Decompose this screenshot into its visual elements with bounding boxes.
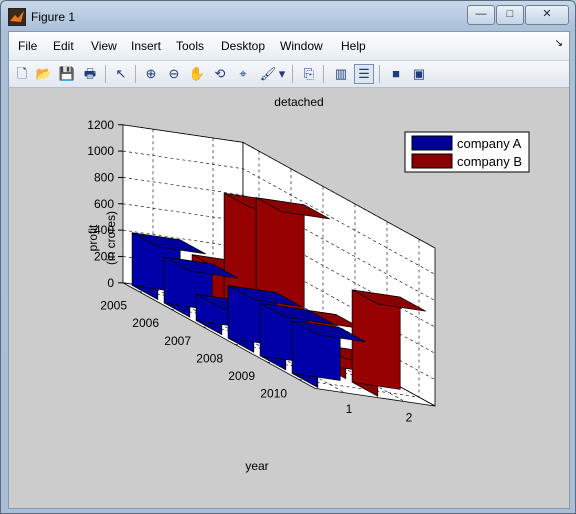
year-tick-label: 2009 [228, 369, 255, 383]
toolbar: 🗋 📂 💾 🖶 ↖ ⊕ ⊖ ✋ ⟲ ⌖ 🖌 ▾ ⎘ ▥ ☰ ■ ▣ [9, 61, 569, 88]
matlab-logo-icon [8, 8, 26, 26]
legend-label-company-b: company B [457, 154, 522, 169]
new-figure-icon[interactable]: 🗋 [12, 64, 32, 84]
toolbar-separator [135, 65, 136, 83]
company-tick-label: 1 [346, 402, 353, 416]
year-tick-label: 2008 [196, 351, 223, 365]
menu-window[interactable]: Window [280, 39, 323, 53]
menu-tools[interactable]: Tools [176, 39, 204, 53]
z-tick-label: 800 [94, 170, 114, 184]
menu-help[interactable]: Help [341, 39, 366, 53]
figure-canvas: 0 200 400 600 800 1000 1200 2005 2006 2007 2008 200… [9, 88, 569, 508]
zlabel-line-2: (in crores) [104, 211, 118, 265]
data-cursor-icon[interactable]: ⌖ [233, 64, 253, 84]
toolbar-separator [323, 65, 324, 83]
title-bar[interactable]: Figure 1 — □ ✕ [1, 1, 575, 31]
zlabel-line-1: profit [86, 224, 100, 251]
z-tick-label: 1200 [87, 118, 114, 132]
zoom-out-icon[interactable]: ⊖ [164, 64, 184, 84]
z-tick-label: 0 [107, 276, 114, 290]
year-tick-label: 2010 [260, 387, 287, 401]
bar3-chart[interactable]: 0200400600800100012002005200620072008200… [9, 88, 569, 508]
legend-swatch-company-b [411, 153, 453, 169]
open-file-icon[interactable]: 📂 [34, 64, 54, 84]
toolbar-separator [105, 65, 106, 83]
menu-edit[interactable]: Edit [53, 39, 74, 53]
menu-desktop[interactable]: Desktop [221, 39, 265, 53]
menu-file[interactable]: File [18, 39, 37, 53]
legend[interactable]: company A company B [404, 131, 530, 173]
brush-dropdown-icon[interactable]: ▾ [277, 64, 287, 84]
toolbar-separator [292, 65, 293, 83]
chart-title: detached [274, 95, 323, 109]
print-icon[interactable]: 🖶 [80, 64, 100, 84]
company-tick-label: 2 [406, 411, 413, 425]
show-plot-tools-icon[interactable]: ▣ [409, 64, 429, 84]
dock-arrow-icon[interactable]: ↘ [555, 38, 563, 49]
z-tick-label: 1000 [87, 144, 114, 158]
year-tick-label: 2006 [132, 316, 159, 330]
minimize-button[interactable]: — [467, 5, 495, 25]
menu-insert[interactable]: Insert [131, 39, 161, 53]
link-plot-icon[interactable]: ⎘ [299, 64, 319, 84]
year-tick-label: 2005 [100, 299, 127, 313]
z-tick-label: 600 [94, 197, 114, 211]
legend-swatch-company-a [411, 135, 453, 151]
save-icon[interactable]: 💾 [57, 64, 77, 84]
maximize-button[interactable]: □ [496, 5, 524, 25]
brush-icon[interactable]: 🖌 [258, 64, 278, 84]
close-button[interactable]: ✕ [525, 5, 569, 25]
pan-hand-icon[interactable]: ✋ [187, 64, 207, 84]
hide-plot-tools-icon[interactable]: ■ [386, 64, 406, 84]
rotate-3d-icon[interactable]: ⟲ [210, 64, 230, 84]
window-title: Figure 1 [31, 10, 76, 24]
xlabel: year [245, 459, 268, 473]
zoom-in-icon[interactable]: ⊕ [141, 64, 161, 84]
figure-window: Figure 1 — □ ✕ File Edit View Insert Too… [0, 0, 576, 514]
year-tick-label: 2007 [164, 334, 191, 348]
menu-bar: File Edit View Insert Tools Desktop Wind… [9, 32, 569, 61]
edit-plot-arrow-icon[interactable]: ↖ [111, 64, 131, 84]
toolbar-separator [379, 65, 380, 83]
client-area: File Edit View Insert Tools Desktop Wind… [8, 31, 570, 509]
menu-view[interactable]: View [91, 39, 117, 53]
legend-label-company-a: company A [457, 136, 522, 151]
colorbar-icon[interactable]: ▥ [331, 64, 351, 84]
legend-icon[interactable]: ☰ [354, 64, 374, 84]
